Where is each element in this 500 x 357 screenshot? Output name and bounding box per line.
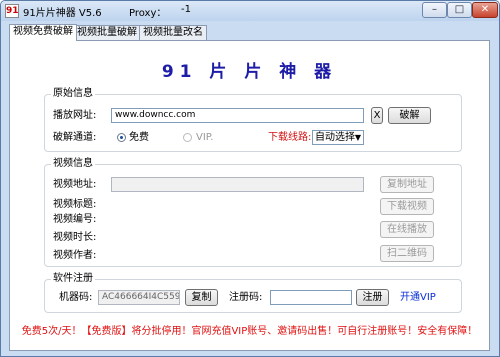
url-label: 播放网址: <box>53 110 97 121</box>
proxy-value: -1 <box>181 4 191 15</box>
video-info-title: 视频信息 <box>51 158 95 170</box>
title-bar[interactable]: 91 91片片神器 V5.6 Proxy： -1 – □ ✕ <box>1 1 499 21</box>
app-icon: 91 <box>5 4 19 18</box>
crack-button[interactable]: 破解 <box>388 107 431 124</box>
video-info-group: 视频信息 视频地址: 复制地址 视频标题: 下载视频 视频编号: 在线播放 视频… <box>44 158 462 267</box>
machine-code-field: AC466664I4C55943 <box>98 290 180 305</box>
footer-notice: 免费5次/天！【免费版】将分批停用！官网充值VIP账号、邀请码出售！可自行注册账… <box>21 326 478 337</box>
copy-machine-code-button[interactable]: 复制 <box>185 289 218 306</box>
tab-batch-rename[interactable]: 视频批量改名 <box>139 25 207 40</box>
register-group: 软件注册 机器码: AC466664I4C55943 复制 注册码: 注册 开通… <box>44 273 462 313</box>
chevron-down-icon: ▼ <box>354 133 361 142</box>
tab-panel: 91 片 片 神 器 原始信息 播放网址: www.downcc.com X 破… <box>9 40 490 351</box>
video-title-label: 视频标题: <box>53 199 97 210</box>
video-duration-label: 视频时长: <box>53 232 97 243</box>
minimize-button[interactable]: – <box>422 2 447 18</box>
url-input[interactable]: www.downcc.com <box>111 108 364 123</box>
source-info-title: 原始信息 <box>51 88 95 100</box>
source-info-group: 原始信息 播放网址: www.downcc.com X 破解 破解通道: 免费 … <box>44 88 462 152</box>
open-vip-link[interactable]: 开通VIP <box>400 292 436 304</box>
copy-address-button[interactable]: 复制地址 <box>380 176 434 193</box>
download-video-button[interactable]: 下载视频 <box>380 198 434 215</box>
register-title: 软件注册 <box>51 273 95 285</box>
close-button[interactable]: ✕ <box>472 2 498 18</box>
vip-radio-label: VIP. <box>196 132 214 143</box>
download-line-value: 自动选择 <box>315 132 355 143</box>
free-radio[interactable] <box>117 133 126 142</box>
tab-batch-crack[interactable]: 视频批量破解 <box>73 25 141 40</box>
register-button[interactable]: 注册 <box>356 289 389 306</box>
video-author-label: 视频作者: <box>53 250 97 261</box>
video-id-label: 视频编号: <box>53 214 97 225</box>
channel-label: 破解通道: <box>53 132 97 143</box>
proxy-label: Proxy： <box>129 8 167 19</box>
machine-code-label: 机器码: <box>59 292 93 303</box>
register-code-label: 注册码: <box>229 292 263 303</box>
qr-code-button[interactable]: 扫二维码 <box>380 245 434 262</box>
download-line-select[interactable]: 自动选择 ▼ <box>312 130 364 145</box>
video-address-field <box>111 177 364 192</box>
maximize-button[interactable]: □ <box>447 2 472 18</box>
window-title: 91片片神器 V5.6 <box>23 8 102 19</box>
register-code-input[interactable] <box>270 290 352 305</box>
app-heading: 91 片 片 神 器 <box>161 62 338 82</box>
video-address-label: 视频地址: <box>53 179 97 190</box>
vip-radio[interactable] <box>183 133 192 142</box>
download-line-label: 下载线路: <box>268 132 312 143</box>
clear-url-button[interactable]: X <box>371 107 383 124</box>
play-online-button[interactable]: 在线播放 <box>380 221 434 238</box>
free-radio-label: 免费 <box>129 132 149 143</box>
tab-free-crack[interactable]: 视频免费破解 <box>9 24 77 41</box>
app-window: 91 91片片神器 V5.6 Proxy： -1 – □ ✕ 视频免费破解 视频… <box>0 0 500 357</box>
